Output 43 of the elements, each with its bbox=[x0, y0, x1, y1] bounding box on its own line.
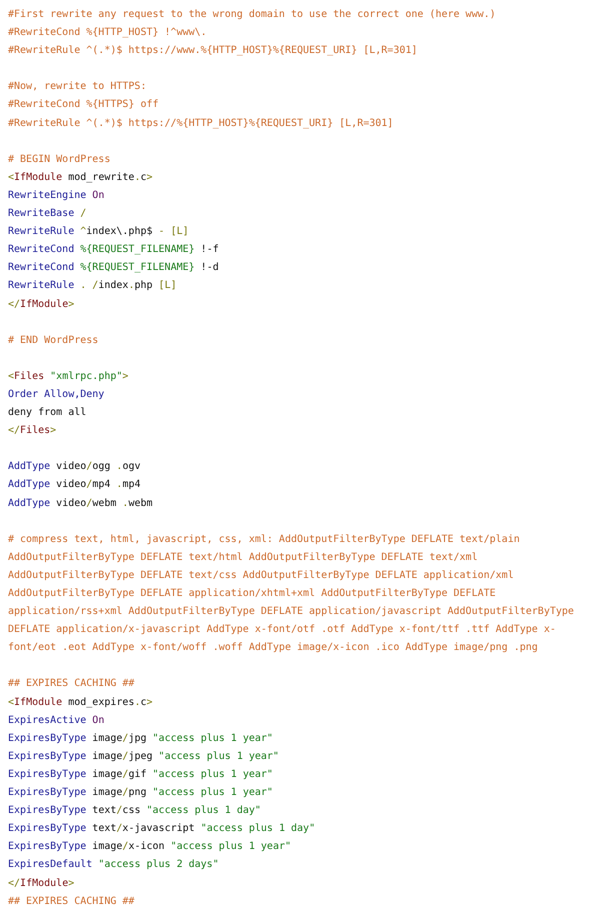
code-line: AddOutputFilterByType DEFLATE text/css AddOutputFilterByType DEFLATE application/xml bbox=[8, 568, 514, 583]
code-line: </IfModule> bbox=[8, 298, 74, 312]
code-line: Order Allow,Deny bbox=[8, 388, 104, 402]
code-line: RewriteRule . /index.php [L] bbox=[8, 279, 177, 294]
code-line: ExpiresByType image/jpeg "access plus 1 year" bbox=[8, 750, 279, 764]
code-line: AddOutputFilterByType DEFLATE text/html AddOutputFilterByType DEFLATE text/xml bbox=[8, 550, 478, 565]
code-line: AddOutputFilterByType DEFLATE application/xhtml+xml AddOutputFilterByType DEFLATE bbox=[8, 587, 496, 601]
code-line: application/rss+xml AddOutputFilterByType DEFLATE application/javascript AddOutputFilterByType bbox=[8, 605, 574, 620]
code-line: # BEGIN WordPress bbox=[8, 152, 110, 167]
code-line: <IfModule mod_expires.c> bbox=[8, 696, 153, 710]
code-line: #RewriteCond %{HTTPS} off bbox=[8, 98, 159, 112]
code-line: ExpiresByType image/png "access plus 1 year" bbox=[8, 786, 273, 800]
code-line: #RewriteCond %{HTTP_HOST} !^www\. bbox=[8, 26, 207, 40]
code-line: ## EXPIRES CACHING ## bbox=[8, 894, 134, 909]
code-line: #Now, rewrite to HTTPS: bbox=[8, 80, 146, 94]
code-line: ExpiresByType image/x-icon "access plus 1 year" bbox=[8, 840, 292, 854]
code-line: AddType video/webm .webm bbox=[8, 496, 153, 511]
code-line: <Files "xmlrpc.php"> bbox=[8, 370, 128, 384]
code-line: #First rewrite any request to the wrong domain to use the correct one (here www.) bbox=[8, 8, 496, 22]
code-line: ExpiresByType text/css "access plus 1 day" bbox=[8, 804, 261, 818]
code-line: AddType video/mp4 .mp4 bbox=[8, 478, 140, 492]
code-line: RewriteRule ^index\.php$ - [L] bbox=[8, 225, 189, 240]
code-line: ExpiresByType image/jpg "access plus 1 year" bbox=[8, 732, 273, 746]
code-line: deny from all bbox=[8, 406, 86, 420]
code-line: <IfModule mod_rewrite.c> bbox=[8, 170, 153, 185]
code-line: # END WordPress bbox=[8, 334, 98, 348]
code-line: RewriteBase / bbox=[8, 207, 86, 222]
code-line: </IfModule> bbox=[8, 876, 74, 890]
code-line: </Files> bbox=[8, 424, 56, 438]
code-line: ExpiresByType image/gif "access plus 1 year" bbox=[8, 768, 273, 782]
code-line: ExpiresDefault "access plus 2 days" bbox=[8, 858, 219, 872]
code-line: RewriteEngine On bbox=[8, 188, 104, 203]
code-line: font/eot .eot AddType x-font/woff .woff AddType image/x-icon .ico AddType image/png .png bbox=[8, 641, 538, 656]
code-line: ## EXPIRES CACHING ## bbox=[8, 677, 134, 692]
code-line: RewriteCond %{REQUEST_FILENAME} !-d bbox=[8, 261, 219, 276]
code-line: AddType video/ogg .ogv bbox=[8, 460, 140, 474]
code-line: DEFLATE application/x-javascript AddType x-font/otf .otf AddType x-font/ttf .ttf AddType x- bbox=[8, 623, 556, 638]
code-line: ExpiresByType text/x-javascript "access plus 1 day" bbox=[8, 822, 316, 836]
code-line: RewriteCond %{REQUEST_FILENAME} !-f bbox=[8, 243, 219, 258]
code-line: #RewriteRule ^(.*)$ https://%{HTTP_HOST}%{REQUEST_URI} [L,R=301] bbox=[8, 116, 394, 131]
code-line: ExpiresActive On bbox=[8, 714, 104, 728]
code-line: #RewriteRule ^(.*)$ https://www.%{HTTP_HOST}%{REQUEST_URI} [L,R=301] bbox=[8, 44, 418, 58]
code-line: # compress text, html, javascript, css, xml: AddOutputFilterByType DEFLATE text/plain bbox=[8, 532, 520, 547]
